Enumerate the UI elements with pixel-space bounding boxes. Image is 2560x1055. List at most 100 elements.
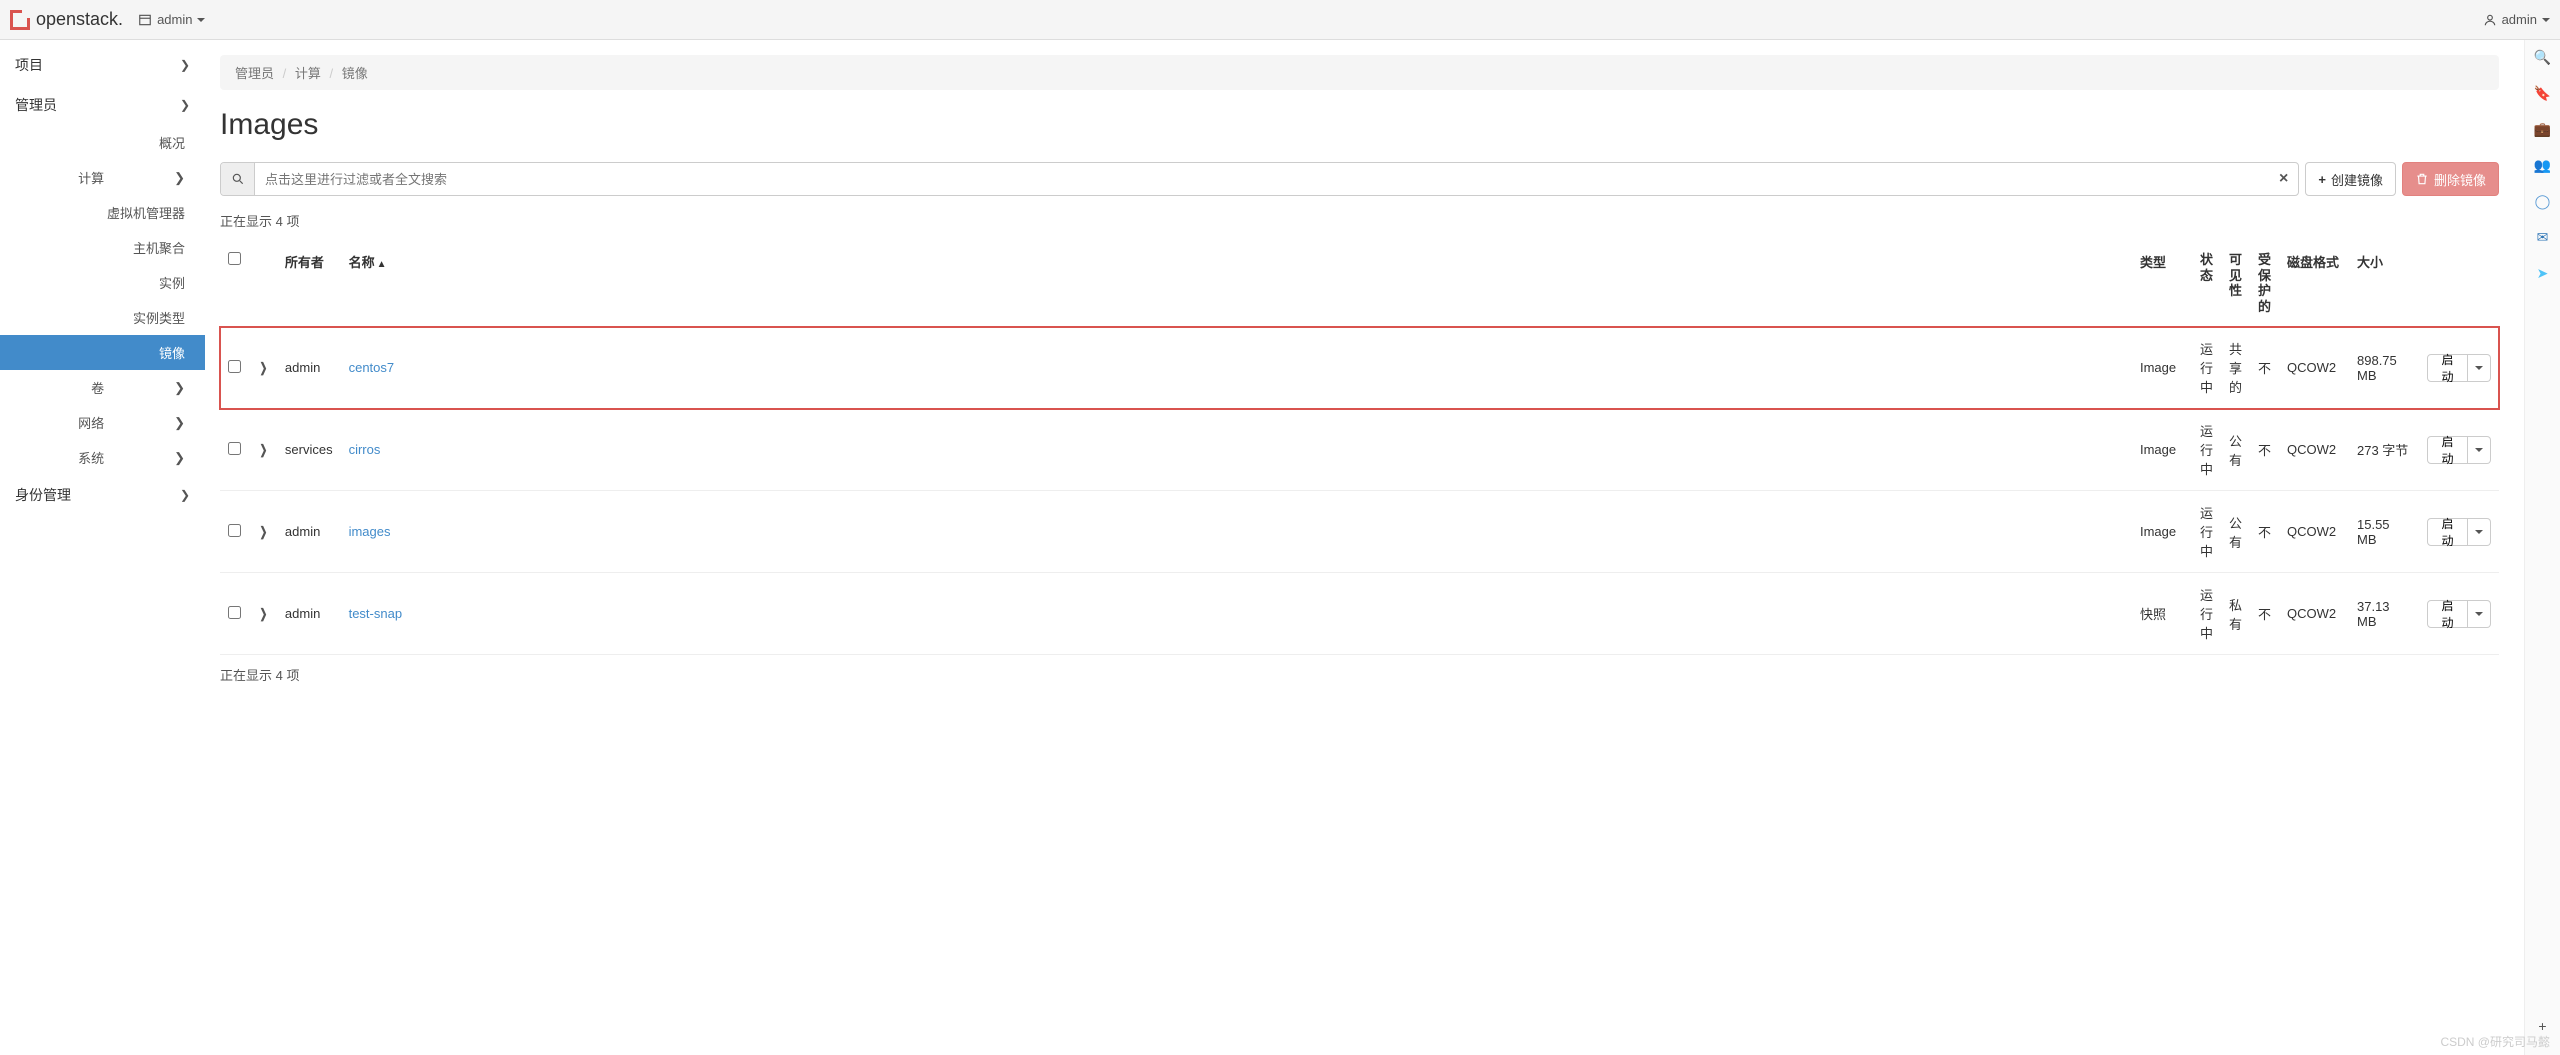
create-image-button[interactable]: + 创建镜像 (2305, 162, 2396, 196)
search-icon (221, 163, 255, 195)
image-name-link[interactable]: images (349, 524, 391, 539)
tag-icon[interactable]: 🔖 (2534, 84, 2552, 102)
circle-icon[interactable]: ◯ (2534, 192, 2552, 210)
image-name-link[interactable]: centos7 (349, 360, 395, 375)
briefcase-icon[interactable]: 💼 (2534, 120, 2552, 138)
chevron-right-icon: ❯ (174, 380, 185, 396)
cell-disk-format: QCOW2 (2279, 409, 2349, 491)
toolbar: × + 创建镜像 删除镜像 (220, 162, 2499, 196)
sidebar-item-admin[interactable]: 管理员 ❯ (0, 85, 205, 125)
actions-dropdown[interactable] (2468, 518, 2491, 546)
button-label: 创建镜像 (2331, 170, 2383, 189)
row-checkbox[interactable] (228, 524, 241, 537)
col-label: 名称 (349, 255, 375, 270)
table-row: ❯admincentos7Image运行中共享的不QCOW2898.75 MB启… (220, 327, 2499, 409)
sidebar-item-identity[interactable]: 身份管理 ❯ (0, 475, 205, 515)
user-menu[interactable]: admin (2483, 12, 2550, 27)
trash-icon (2415, 172, 2429, 186)
actions-dropdown[interactable] (2468, 600, 2491, 628)
sidebar-item-overview[interactable]: 概况 (0, 125, 205, 160)
sidebar-item-system[interactable]: 系统 ❯ (0, 440, 205, 475)
col-status[interactable]: 状态 (2192, 240, 2221, 327)
delete-image-button[interactable]: 删除镜像 (2402, 162, 2499, 196)
breadcrumb: 管理员 / 计算 / 镜像 (220, 55, 2499, 90)
clear-icon[interactable]: × (2269, 170, 2298, 188)
cell-disk-format: QCOW2 (2279, 327, 2349, 409)
sidebar-item-flavors[interactable]: 实例类型 (0, 300, 205, 335)
launch-button[interactable]: 启动 (2427, 436, 2468, 464)
launch-button[interactable]: 启动 (2427, 600, 2468, 628)
expand-icon[interactable]: ❯ (260, 442, 268, 458)
sidebar-label: 管理员 (15, 95, 57, 115)
mail-icon[interactable]: ✉ (2534, 228, 2552, 246)
people-icon[interactable]: 👥 (2534, 156, 2552, 174)
expand-icon[interactable]: ❯ (260, 606, 268, 622)
expand-icon[interactable]: ❯ (260, 360, 268, 376)
watermark: CSDN @研究司马懿 (2440, 1033, 2550, 1050)
actions-dropdown[interactable] (2468, 354, 2491, 382)
search-box[interactable]: × (220, 162, 2299, 196)
sidebar-item-hypervisors[interactable]: 虚拟机管理器 (0, 195, 205, 230)
cell-visibility: 公有 (2221, 491, 2250, 573)
cell-protected: 不 (2250, 409, 2279, 491)
sidebar-item-images[interactable]: 镜像 (0, 335, 205, 370)
cell-status: 运行中 (2192, 573, 2221, 655)
breadcrumb-item[interactable]: 计算 (295, 66, 321, 81)
cell-protected: 不 (2250, 573, 2279, 655)
caret-down-icon (2475, 448, 2483, 452)
table-row: ❯admintest-snap快照运行中私有不QCOW237.13 MB启动 (220, 573, 2499, 655)
send-icon[interactable]: ➤ (2534, 264, 2552, 282)
chevron-right-icon: ❯ (180, 488, 190, 502)
expand-icon[interactable]: ❯ (260, 524, 268, 540)
caret-down-icon (2475, 530, 2483, 534)
row-actions: 启动 (2427, 518, 2491, 546)
cell-size: 15.55 MB (2349, 491, 2419, 573)
image-name-link[interactable]: test-snap (349, 606, 402, 621)
caret-down-icon (2475, 366, 2483, 370)
col-visibility[interactable]: 可见性 (2221, 240, 2250, 327)
logo[interactable]: openstack. (10, 9, 123, 30)
launch-button[interactable]: 启动 (2427, 354, 2468, 382)
col-disk-format[interactable]: 磁盘格式 (2279, 240, 2349, 327)
row-actions: 启动 (2427, 600, 2491, 628)
cell-owner: admin (277, 491, 341, 573)
col-size[interactable]: 大小 (2349, 240, 2419, 327)
row-checkbox[interactable] (228, 360, 241, 373)
button-label: 删除镜像 (2434, 170, 2486, 189)
sidebar-label: 身份管理 (15, 485, 71, 505)
caret-down-icon (197, 18, 205, 22)
sidebar-item-compute[interactable]: 计算 ❯ (0, 160, 205, 195)
sidebar-item-aggregates[interactable]: 主机聚合 (0, 230, 205, 265)
row-actions: 启动 (2427, 354, 2491, 382)
sidebar-item-instances[interactable]: 实例 (0, 265, 205, 300)
col-name[interactable]: 名称▲ (341, 240, 2132, 327)
cell-status: 运行中 (2192, 327, 2221, 409)
sidebar-item-network[interactable]: 网络 ❯ (0, 405, 205, 440)
row-checkbox[interactable] (228, 442, 241, 455)
chevron-right-icon: ❯ (174, 450, 185, 466)
breadcrumb-item[interactable]: 管理员 (235, 66, 274, 81)
chevron-down-icon: ❯ (180, 98, 190, 112)
sidebar-label: 系统 (78, 448, 104, 467)
sidebar-item-volumes[interactable]: 卷 ❯ (0, 370, 205, 405)
actions-dropdown[interactable] (2468, 436, 2491, 464)
cell-size: 37.13 MB (2349, 573, 2419, 655)
project-selector[interactable]: admin (138, 12, 205, 27)
search-input[interactable] (255, 163, 2269, 195)
caret-down-icon (2475, 612, 2483, 616)
image-name-link[interactable]: cirros (349, 442, 381, 457)
cell-status: 运行中 (2192, 491, 2221, 573)
sidebar-item-project[interactable]: 项目 ❯ (0, 45, 205, 85)
search-icon[interactable]: 🔍 (2534, 48, 2552, 66)
cell-type: 快照 (2132, 573, 2192, 655)
chevron-down-icon: ❯ (174, 170, 185, 186)
launch-button[interactable]: 启动 (2427, 518, 2468, 546)
cell-visibility: 公有 (2221, 409, 2250, 491)
col-owner[interactable]: 所有者 (277, 240, 341, 327)
sort-asc-icon: ▲ (377, 259, 387, 270)
select-all-checkbox[interactable] (228, 252, 241, 265)
cell-visibility: 私有 (2221, 573, 2250, 655)
col-type[interactable]: 类型 (2132, 240, 2192, 327)
col-protected[interactable]: 受保护的 (2250, 240, 2279, 327)
row-checkbox[interactable] (228, 606, 241, 619)
